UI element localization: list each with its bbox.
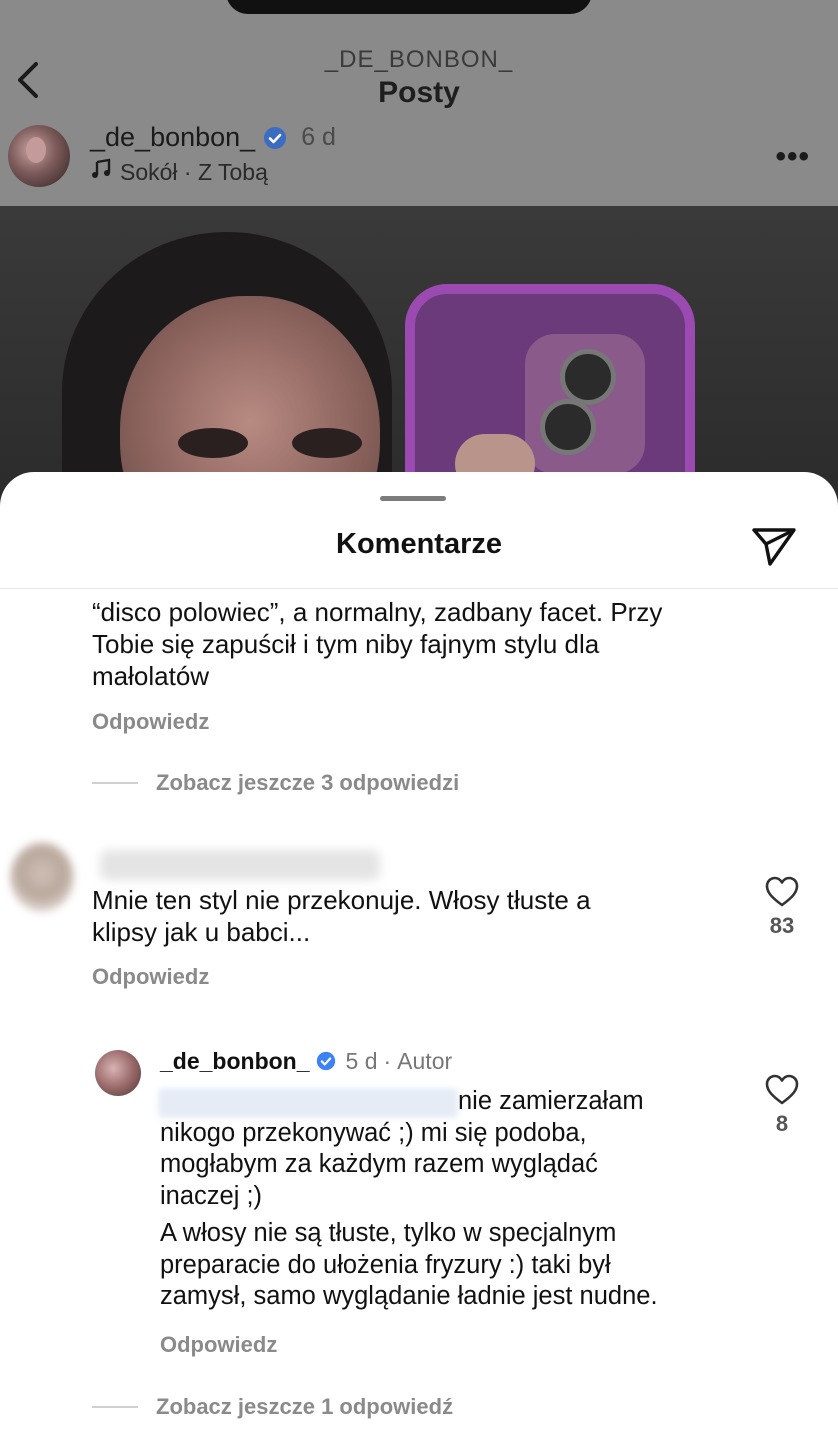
view-more-replies-label: Zobacz jeszcze 3 odpowiedzi: [156, 770, 460, 795]
reply-button[interactable]: Odpowiedz: [160, 1332, 277, 1358]
music-note-icon: [90, 158, 112, 186]
music-label: Sokół · Z Tobą: [120, 158, 268, 185]
heart-icon[interactable]: [765, 1074, 799, 1106]
comment-line: inaczej ;): [160, 1181, 263, 1210]
reply-author-name[interactable]: _de_bonbon_: [160, 1048, 310, 1075]
replies-line: [92, 782, 138, 784]
like-count: 83: [769, 913, 795, 938]
reply-button[interactable]: Odpowiedz: [92, 709, 209, 735]
sheet-grabber[interactable]: [380, 496, 446, 501]
author-badge: Autor: [397, 1048, 453, 1074]
sheet-divider: [0, 588, 838, 589]
post-header: _DE_BONBON_ Posty _de_bonbon_ 6 d Sokół …: [0, 0, 838, 206]
like-group: 83: [752, 876, 812, 939]
post-author-avatar[interactable]: [8, 125, 70, 187]
post-author-name[interactable]: _de_bonbon_: [90, 122, 255, 153]
verified-badge-icon: [316, 1050, 340, 1074]
replies-line: [92, 1406, 138, 1408]
post-photo: [0, 206, 838, 506]
comment-line: zamysł, samo wyglądanie ładnie jest nudn…: [160, 1282, 658, 1310]
comment-line: A włosy nie są tłuste, tylko w specjalny…: [160, 1219, 617, 1247]
comment-text: Mnie ten styl nie przekonuje. Włosy tłus…: [92, 884, 591, 948]
post-author-row[interactable]: _de_bonbon_ 6 d: [90, 122, 336, 153]
view-more-replies[interactable]: Zobacz jeszcze 1 odpowiedź: [92, 1394, 453, 1420]
comment-line: Mnie ten styl nie przekonuje. Włosy tłus…: [92, 885, 591, 915]
comment-line: nie zamierzałam: [458, 1087, 644, 1115]
post-music[interactable]: Sokół · Z Tobą: [90, 158, 268, 186]
comment-text: nie zamierzałam nikogo przekonywać ;) mi…: [160, 1086, 658, 1313]
comment-line: klipsy jak u babci...: [92, 917, 311, 947]
comment-line: Tobie się zapuścił i tym niby fajnym sty…: [92, 629, 600, 659]
share-send-icon[interactable]: [750, 524, 798, 568]
meta-separator: ·: [383, 1048, 392, 1074]
comment-line: preparacie do ułożenia fryzury :) taki b…: [160, 1250, 611, 1279]
more-options-icon[interactable]: •••: [775, 140, 810, 174]
page-title: Posty: [378, 76, 460, 109]
comment-line: mogłabym za każdym razem wyglądać: [160, 1150, 598, 1178]
commenter-name-redacted: [100, 850, 380, 880]
comment-line: “disco polowiec”, a normalny, zadbany fa…: [92, 597, 663, 627]
commenter-avatar[interactable]: [10, 842, 74, 912]
post-time: 6 d: [301, 123, 336, 151]
header-username: _DE_BONBON_: [324, 46, 514, 73]
view-more-replies-label: Zobacz jeszcze 1 odpowiedź: [156, 1394, 454, 1419]
author-avatar[interactable]: [95, 1050, 141, 1096]
comment-line: małolatów: [92, 661, 210, 691]
like-count: 8: [775, 1111, 789, 1136]
like-group: 8: [752, 1074, 812, 1137]
comment-text: “disco polowiec”, a normalny, zadbany fa…: [92, 596, 662, 692]
comments-title: Komentarze: [336, 528, 502, 560]
reply-header: _de_bonbon_ 5 d · Autor: [160, 1048, 452, 1075]
view-more-replies[interactable]: Zobacz jeszcze 3 odpowiedzi: [92, 770, 459, 796]
reply-button[interactable]: Odpowiedz: [92, 964, 209, 990]
comment-line: nikogo przekonywać ;) mi się podoba,: [160, 1118, 587, 1147]
verified-badge-icon: [263, 126, 287, 150]
device-notch: [226, 0, 592, 14]
reply-time: 5 d: [345, 1048, 378, 1074]
comments-sheet: Komentarze “disco polowiec”, a normalny,…: [0, 472, 838, 1440]
heart-icon[interactable]: [765, 876, 799, 908]
